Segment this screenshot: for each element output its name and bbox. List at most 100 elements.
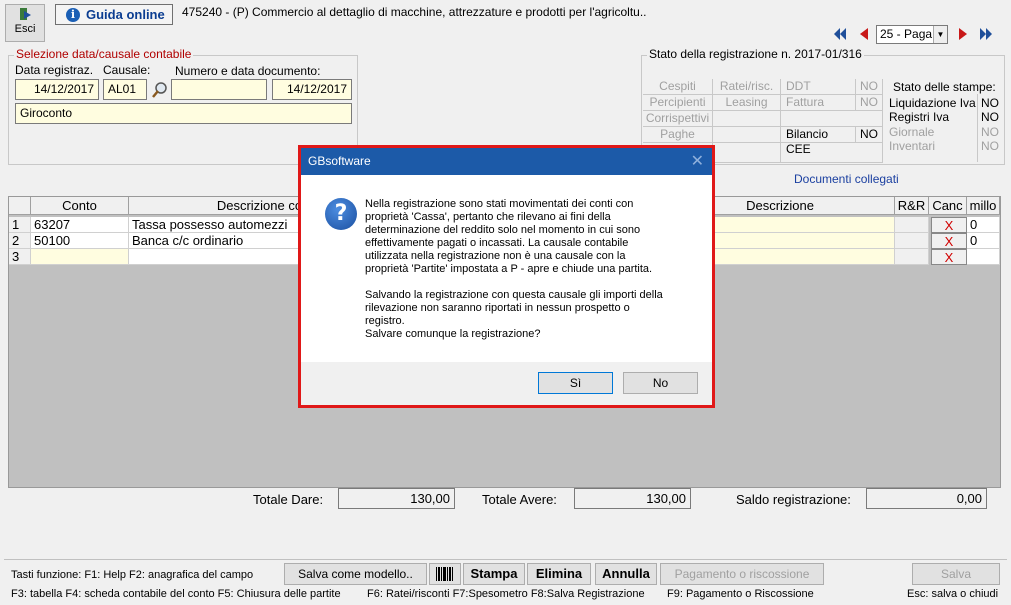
documenti-collegati-link[interactable]: Documenti collegati xyxy=(794,172,899,186)
guida-label: Guida online xyxy=(86,7,165,22)
fattura-cell: Fattura xyxy=(781,95,856,111)
descrizione-field[interactable]: Giroconto xyxy=(15,103,352,124)
causale-field[interactable]: AL01 xyxy=(103,79,147,100)
percipienti-cell: Percipienti xyxy=(643,95,713,111)
search-icon[interactable] xyxy=(151,81,169,99)
keys-help-2: F3: tabella F4: scheda contabile del con… xyxy=(11,588,341,600)
canc-header: Canc xyxy=(929,197,967,215)
salva-button[interactable]: Salva xyxy=(912,563,1000,585)
stampe-title: Stato delle stampe: xyxy=(893,80,996,94)
stampa-button[interactable]: Stampa xyxy=(463,563,525,585)
keys-help-4: F9: Pagamento o Riscossione xyxy=(667,588,814,600)
dialog-message: Nella registrazione sono stati movimenta… xyxy=(365,198,663,340)
esci-label: Esci xyxy=(14,23,36,35)
numdoc-field[interactable] xyxy=(171,79,267,100)
barcode-button[interactable] xyxy=(429,563,461,585)
registri-label: Registri Iva xyxy=(889,110,950,124)
keys-help-5: Esc: salva o chiudi xyxy=(907,588,999,600)
prev-page-icon[interactable] xyxy=(855,25,873,43)
conto-cell[interactable]: 50100 xyxy=(31,233,129,249)
bilancio-cell: Bilancio CEE xyxy=(781,127,856,156)
empty-cell xyxy=(713,111,781,127)
row-num-header xyxy=(9,197,31,215)
millo-header: millo xyxy=(967,197,1000,215)
inventari-label: Inventari xyxy=(889,139,936,153)
question-icon: ? xyxy=(325,198,357,230)
last-page-icon[interactable] xyxy=(977,25,995,43)
saldo-label: Saldo registrazione: xyxy=(736,492,851,507)
barcode-icon xyxy=(436,567,453,581)
pagamento-button[interactable]: Pagamento o riscossione xyxy=(660,563,824,585)
conto-header: Conto xyxy=(31,197,129,215)
empty-cell xyxy=(713,127,781,143)
page-select[interactable]: 25 - Paga ▼ xyxy=(876,25,948,44)
row-number: 3 xyxy=(9,249,31,265)
millo-cell[interactable]: 0 xyxy=(967,217,1000,233)
fattura-value: NO xyxy=(856,95,883,111)
datadoc-field[interactable]: 14/12/2017 xyxy=(272,79,352,100)
paghe-cell: Paghe xyxy=(643,127,713,143)
rr-cell[interactable] xyxy=(895,217,929,233)
info-icon: i xyxy=(66,8,80,22)
dare-value: 130,00 xyxy=(338,488,455,509)
divider xyxy=(977,94,978,162)
empty-cell xyxy=(781,143,883,163)
giornale-label: Giornale xyxy=(889,125,935,139)
rr-cell[interactable] xyxy=(895,233,929,249)
selezione-legend: Selezione data/causale contabile xyxy=(14,47,194,61)
guida-online-button[interactable]: i Guida online xyxy=(55,4,173,25)
esci-button[interactable]: Esci xyxy=(5,4,45,42)
delete-row-button[interactable]: X xyxy=(931,233,967,249)
numdoc-label: Numero e data documento: xyxy=(175,64,321,78)
ddt-cell: DDT xyxy=(781,79,856,95)
registri-value: NO xyxy=(981,110,999,124)
first-page-icon[interactable] xyxy=(831,25,849,43)
data-label: Data registraz. xyxy=(15,63,94,77)
causale-label: Causale: xyxy=(103,63,151,77)
liquidazione-label: Liquidazione Iva xyxy=(889,96,976,110)
millo-cell[interactable] xyxy=(967,249,1000,265)
dialog-title: GBsoftware xyxy=(308,154,371,168)
avere-label: Totale Avere: xyxy=(482,492,557,507)
yes-button[interactable]: Sì xyxy=(538,372,613,394)
company-title: 475240 - (P) Commercio al dettaglio di m… xyxy=(182,5,647,19)
giornale-value: NO xyxy=(981,125,999,139)
elimina-button[interactable]: Elimina xyxy=(527,563,591,585)
saldo-value: 0,00 xyxy=(866,488,987,509)
confirm-dialog: GBsoftware ✕ ? Nella registrazione sono … xyxy=(298,145,715,408)
rr-cell[interactable] xyxy=(895,249,929,265)
row-number: 1 xyxy=(9,217,31,233)
empty-cell xyxy=(713,143,781,163)
salva-modello-button[interactable]: Salva come modello.. xyxy=(284,563,427,585)
avere-value: 130,00 xyxy=(574,488,691,509)
corrispettivi-cell: Corrispettivi xyxy=(643,111,713,127)
keys-help-1: Tasti funzione: F1: Help F2: anagrafica … xyxy=(11,569,254,581)
chevron-down-icon: ▼ xyxy=(933,26,947,43)
row-number: 2 xyxy=(9,233,31,249)
bilancio-value: NO xyxy=(856,127,883,143)
millo-cell[interactable]: 0 xyxy=(967,233,1000,249)
close-icon[interactable]: ✕ xyxy=(691,148,704,175)
delete-row-button[interactable]: X xyxy=(931,249,967,265)
rr-header: R&R xyxy=(895,197,929,215)
conto-cell[interactable]: 63207 xyxy=(31,217,129,233)
empty-cell xyxy=(781,111,883,127)
data-field[interactable]: 14/12/2017 xyxy=(15,79,99,100)
dialog-footer: Sì No xyxy=(301,362,712,405)
annulla-button[interactable]: Annulla xyxy=(595,563,657,585)
liquidazione-value: NO xyxy=(981,96,999,110)
delete-row-button[interactable]: X xyxy=(931,217,967,233)
inventari-value: NO xyxy=(981,139,999,153)
conto-cell[interactable] xyxy=(31,249,129,265)
ddt-value: NO xyxy=(856,79,883,95)
no-button[interactable]: No xyxy=(623,372,698,394)
stato-legend: Stato della registrazione n. 2017-01/316 xyxy=(647,47,864,61)
page-select-value: 25 - Paga xyxy=(880,27,933,41)
ratei-cell: Ratei/risc. xyxy=(713,79,781,95)
keys-help-3: F6: Ratei/risconti F7:Spesometro F8:Salv… xyxy=(367,588,645,600)
next-page-icon[interactable] xyxy=(954,25,972,43)
dialog-titlebar: GBsoftware ✕ xyxy=(301,148,712,175)
leasing-cell: Leasing xyxy=(713,95,781,111)
dare-label: Totale Dare: xyxy=(253,492,324,507)
cespiti-cell: Cespiti xyxy=(643,79,713,95)
